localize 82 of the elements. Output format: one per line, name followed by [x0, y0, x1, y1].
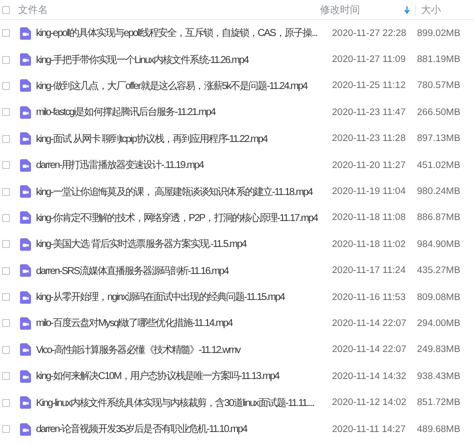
checkbox[interactable] — [2, 108, 10, 116]
file-name[interactable]: king-从零开始理，nginx源码在面试中出现的经典问题-11.15.mp4 — [36, 290, 284, 304]
file-size: 881.19MB — [417, 54, 460, 66]
file-size: 886.87MB — [417, 212, 460, 224]
file-size: 938.43MB — [417, 370, 460, 382]
file-name[interactable]: darren-SRS流媒体直播服务器源码剖析-11.16.mp4 — [36, 264, 228, 278]
file-name[interactable]: darren-论音视频开发35岁后是否有职业危机-11.10.mp4 — [36, 422, 247, 436]
video-file-icon — [20, 79, 31, 92]
video-file-icon — [20, 158, 31, 172]
checkbox[interactable] — [2, 56, 10, 64]
checkbox[interactable] — [2, 134, 10, 143]
checkbox[interactable] — [2, 188, 10, 196]
checkbox[interactable] — [2, 346, 10, 354]
checkbox[interactable] — [2, 319, 10, 328]
checkbox[interactable] — [2, 82, 10, 90]
checkbox[interactable] — [2, 6, 10, 14]
checkbox[interactable] — [2, 398, 10, 407]
file-size: 984.90MB — [417, 238, 460, 250]
file-size: 249.83MB — [417, 344, 460, 356]
video-file-icon — [20, 316, 31, 330]
file-name[interactable]: King-linux内核文件系统具体实现与内核裁剪，含30道linux面试题-11.11.... — [36, 396, 314, 410]
modified-time: 2020-11-23 11:47 — [332, 106, 406, 118]
file-size: 897.13MB — [417, 133, 460, 144]
modified-time: 2020-11-11 14:27 — [332, 424, 406, 435]
file-name[interactable]: king-如何来解决C10M，用户态协议栈是唯一方案吗-11.13.mp4 — [36, 369, 280, 384]
checkbox[interactable] — [2, 293, 10, 302]
video-file-icon — [20, 264, 31, 278]
modified-time: 2020-11-27 22:28 — [332, 28, 406, 39]
file-size: 980.24MB — [417, 186, 460, 198]
file-size: 851.72MB — [417, 397, 460, 408]
file-size: 266.50MB — [417, 106, 460, 118]
video-file-icon — [20, 106, 31, 119]
modified-time: 2020-11-16 11:53 — [332, 292, 406, 303]
video-file-icon — [20, 238, 31, 251]
file-size: 294.00MB — [417, 318, 460, 329]
video-file-icon — [20, 132, 31, 146]
modified-time: 2020-11-14 22:07 — [332, 344, 406, 356]
file-name[interactable]: king-手把手带你实现一个Linux内核文件系统-11.26.mp4 — [36, 52, 248, 67]
file-size: 489.68MB — [417, 424, 460, 435]
modified-time: 2020-11-14 22:07 — [332, 318, 406, 329]
file-size: 899.02MB — [417, 28, 460, 39]
file-name[interactable]: milo-fastcgi是如何撑起腾讯后台服务-11.21.mp4 — [36, 105, 216, 120]
file-size: 780.57MB — [417, 80, 460, 92]
video-file-icon — [20, 396, 31, 410]
arrow-down-icon[interactable] — [404, 6, 410, 14]
video-file-icon — [20, 26, 31, 40]
file-name[interactable]: king-一堂让你追悔莫及的课， 高屋建瓴谈谈知识体系的建立-11.18.mp4 — [36, 184, 312, 199]
modified-time: 2020-11-25 11:12 — [332, 80, 406, 92]
video-file-icon — [20, 422, 31, 436]
file-name[interactable]: king-你肯定不理解的技术，网络穿透，P2P，打洞的核心原理-11.17.mp4 — [36, 210, 318, 225]
video-file-icon — [20, 185, 31, 198]
checkbox[interactable] — [2, 29, 10, 38]
checkbox[interactable] — [2, 240, 10, 248]
video-file-icon — [20, 53, 31, 66]
file-name[interactable]: king-epoll的具体实现与epoll线程安全，互斥锁，自旋锁，CAS，原子操... — [36, 26, 318, 40]
modified-time: 2020-11-23 11:28 — [332, 133, 406, 144]
modified-time: 2020-11-18 11:02 — [332, 238, 406, 250]
checkbox[interactable] — [2, 425, 10, 434]
modified-time: 2020-11-20 11:27 — [332, 160, 406, 171]
modified-time: 2020-11-14 14:32 — [332, 370, 406, 382]
file-name[interactable]: darren-用打迅雷播放器变速设计-.11.19.mp4 — [36, 158, 204, 172]
video-file-icon — [20, 211, 31, 224]
modified-time: 2020-11-17 11:24 — [332, 265, 406, 276]
checkbox[interactable] — [2, 266, 10, 275]
modified-time: 2020-11-12 14:02 — [332, 397, 406, 408]
checkbox[interactable] — [2, 372, 10, 380]
file-size: 809.08MB — [417, 292, 460, 303]
file-name[interactable]: milo-百度云盘对Mysql做了哪些优化措施-11.14.mp4 — [36, 316, 232, 330]
modified-time: 2020-11-18 11:08 — [332, 212, 406, 224]
checkbox[interactable] — [2, 161, 10, 170]
file-size: 451.02MB — [417, 160, 460, 171]
file-name[interactable]: king-面试 从网卡 聊到tcpip协议栈，再到应用程序-11.22.mp4 — [36, 132, 268, 146]
checkbox[interactable] — [2, 214, 10, 222]
modified-time: 2020-11-27 11:09 — [332, 54, 406, 66]
video-file-icon — [20, 370, 31, 383]
modified-time: 2020-11-19 11:04 — [332, 186, 406, 198]
file-name[interactable]: king-美国大选 背后实时选票服务器方案实现.-11.5.mp4 — [36, 237, 246, 252]
video-file-icon — [20, 290, 31, 304]
file-size: 435.27MB — [417, 265, 460, 276]
file-name[interactable]: king-做到这几点，大厂offer就是这么容易，涨薪5k不是问题-11.24.mp4 — [36, 78, 308, 93]
video-file-icon — [20, 343, 31, 356]
file-name[interactable]: Vico-高性能计算服务器必懂《技术精髓》-11.12.wmv — [36, 342, 240, 357]
